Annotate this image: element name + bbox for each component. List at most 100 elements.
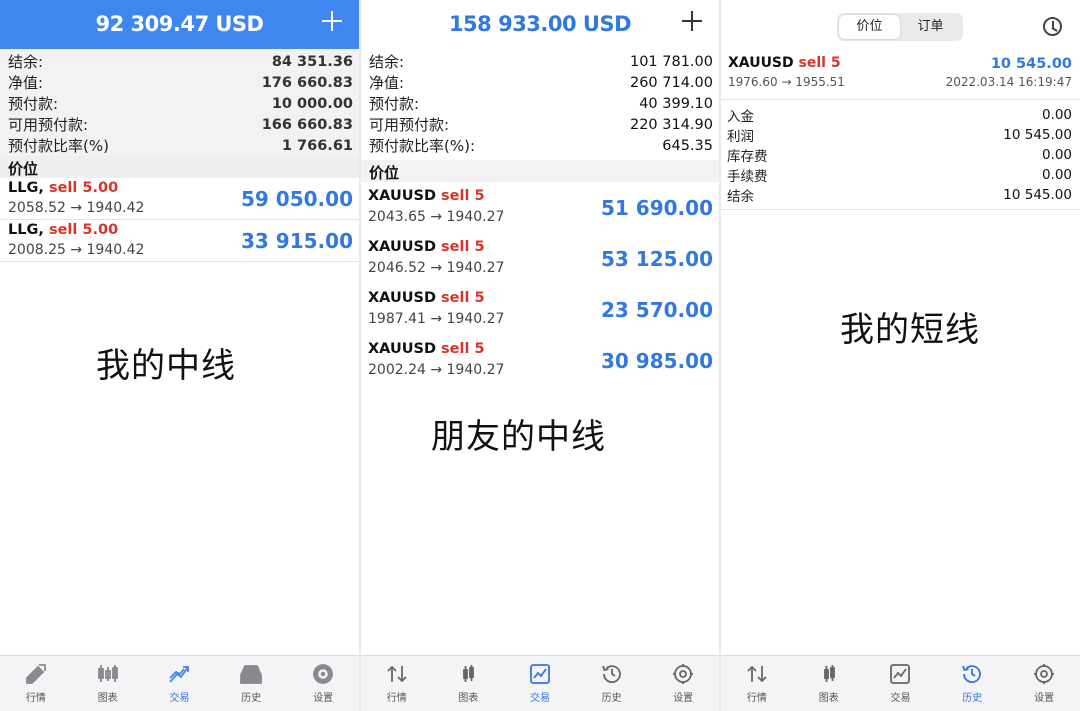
position-symbol: XAUUSD sell 5: [368, 188, 485, 204]
tab-quotes[interactable]: 行情: [0, 656, 72, 711]
summary-row: 结余: 101 781.00: [361, 51, 719, 72]
position-profit: 51 690.00: [601, 196, 713, 220]
clock-icon[interactable]: [1043, 17, 1062, 36]
symbol-text: LLG,: [8, 180, 44, 196]
deal-row[interactable]: XAUUSD sell 5 1976.60 → 1955.51 10 545.0…: [721, 52, 1080, 100]
position-profit: 59 050.00: [241, 187, 353, 211]
gear-icon: [313, 664, 333, 684]
tab-settings[interactable]: 设置: [1008, 656, 1080, 711]
tab-chart[interactable]: 图表: [433, 656, 505, 711]
summary-label: 净值:: [8, 74, 44, 92]
position-symbol: LLG, sell 5.00: [8, 180, 118, 196]
summary-row: 手续费 0.00: [721, 165, 1080, 185]
position-profit: 23 570.00: [601, 298, 713, 322]
position-symbol: XAUUSD sell 5: [368, 239, 485, 255]
summary-label: 预付款:: [369, 95, 420, 113]
summary-row: 入金 0.00: [721, 105, 1080, 125]
bottom-tab-bar: 行情 图表 交易 历史 设置: [721, 655, 1080, 711]
symbol-text: XAUUSD: [368, 290, 436, 306]
summary-row: 结余 10 545.00: [721, 185, 1080, 205]
summary-row: 预付款比率(%) 1 766.61: [0, 135, 359, 156]
summary-row: 预付款: 10 000.00: [0, 93, 359, 114]
gear-icon: [1034, 664, 1055, 684]
tab-label: 行情: [386, 693, 407, 704]
positions-section-title: 价位: [0, 156, 359, 178]
tab-label: 设置: [673, 693, 694, 704]
summary-value: 10 000.00: [271, 95, 353, 112]
tab-label: 历史: [601, 693, 622, 704]
tab-chart[interactable]: 图表: [72, 656, 144, 711]
summary-value: 101 781.00: [629, 53, 713, 70]
tab-label: 设置: [1034, 693, 1055, 704]
caption-text: 朋友的中线: [431, 417, 606, 457]
trade-icon: [169, 666, 190, 683]
tab-history[interactable]: 历史: [936, 656, 1008, 711]
position-side: sell 5: [435, 290, 485, 306]
position-profit: 30 985.00: [601, 349, 713, 373]
symbol-text: XAUUSD: [368, 188, 436, 204]
tab-label: 交易: [890, 693, 911, 704]
position-row[interactable]: XAUUSD sell 5 2002.24 → 1940.27 30 985.0…: [361, 335, 719, 386]
bottom-tab-bar: 行情 图表 交易 历史 设置: [361, 655, 719, 711]
tab-trade[interactable]: 交易: [865, 656, 937, 711]
position-row[interactable]: XAUUSD sell 5 2043.65 → 1940.27 51 690.0…: [361, 182, 719, 233]
position-prices: 1987.41 → 1940.27: [368, 311, 505, 327]
plus-icon[interactable]: [681, 10, 703, 32]
segment-orders[interactable]: 订单: [900, 15, 961, 39]
position-row[interactable]: LLG, sell 5.00 2008.25 → 1940.42 33 915.…: [0, 220, 359, 262]
position-row[interactable]: XAUUSD sell 5 2046.52 → 1940.27 53 125.0…: [361, 233, 719, 284]
plus-icon[interactable]: [321, 10, 343, 32]
tab-quotes[interactable]: 行情: [361, 656, 433, 711]
history-header: 价位 订单: [721, 0, 1080, 49]
tab-history[interactable]: 历史: [576, 656, 648, 711]
tab-label: 设置: [313, 693, 334, 704]
summary-row: 预付款: 40 399.10: [361, 93, 719, 114]
summary-row: 可用预付款: 166 660.83: [0, 114, 359, 135]
position-prices: 2008.25 → 1940.42: [8, 242, 145, 258]
position-symbol: XAUUSD sell 5: [368, 341, 485, 357]
position-side: sell 5.00: [43, 180, 119, 196]
summary-row: 净值: 260 714.00: [361, 72, 719, 93]
summary-label: 可用预付款:: [369, 116, 450, 134]
tab-label: 图表: [97, 693, 118, 704]
tab-quotes[interactable]: 行情: [721, 656, 793, 711]
tab-chart[interactable]: 图表: [793, 656, 865, 711]
tab-history[interactable]: 历史: [215, 656, 287, 711]
tab-settings[interactable]: 设置: [647, 656, 719, 711]
segment-positions[interactable]: 价位: [839, 15, 900, 39]
inbox-icon: [240, 665, 263, 684]
position-row[interactable]: XAUUSD sell 5 1987.41 → 1940.27 23 570.0…: [361, 284, 719, 335]
symbol-text: XAUUSD: [728, 55, 794, 71]
summary-value: 10 545.00: [1003, 187, 1072, 203]
tab-settings[interactable]: 设置: [287, 656, 359, 711]
position-prices: 2046.52 → 1940.27: [368, 260, 505, 276]
summary-label: 结余:: [369, 53, 405, 71]
summary-value: 220 314.90: [629, 116, 713, 133]
balance-title: 158 933.00 USD: [448, 12, 632, 36]
summary-label: 预付款:: [8, 95, 59, 113]
position-symbol: LLG, sell 5.00: [8, 222, 118, 238]
deal-side: sell 5: [793, 55, 841, 71]
summary-value: 260 714.00: [629, 74, 713, 91]
account-summary: 结余: 84 351.36 净值: 176 660.83 预付款: 10 000.00…: [0, 49, 359, 156]
summary-row: 预付款比率(%): 645.35: [361, 135, 719, 156]
history-summary: 入金 0.00 利润 10 545.00 库存费 0.00 手续费 0.00 结余 10 …: [721, 100, 1080, 210]
account-summary: 结余: 101 781.00 净值: 260 714.00 预付款: 40 399.1…: [361, 49, 719, 156]
candlestick-icon: [97, 665, 118, 682]
position-prices: 2043.65 → 1940.27: [368, 209, 505, 225]
summary-value: 0.00: [1041, 167, 1072, 183]
tab-label: 图表: [458, 693, 479, 704]
summary-label: 结余:: [8, 53, 44, 71]
position-side: sell 5: [435, 188, 485, 204]
panel-friend-medium-term: 158 933.00 USD 结余: 101 781.00 净值: 260 714.…: [361, 0, 719, 711]
position-row[interactable]: LLG, sell 5.00 2058.52 → 1940.42 59 050.…: [0, 178, 359, 220]
symbol-text: XAUUSD: [368, 239, 436, 255]
tab-trade[interactable]: 交易: [144, 656, 216, 711]
tab-trade[interactable]: 交易: [504, 656, 576, 711]
gear-icon: [673, 664, 694, 684]
quotes-icon: [747, 665, 767, 683]
clock-icon: [962, 665, 982, 683]
position-profit: 33 915.00: [241, 229, 353, 253]
summary-label: 入金: [727, 109, 754, 125]
symbol-text: LLG,: [8, 222, 44, 238]
